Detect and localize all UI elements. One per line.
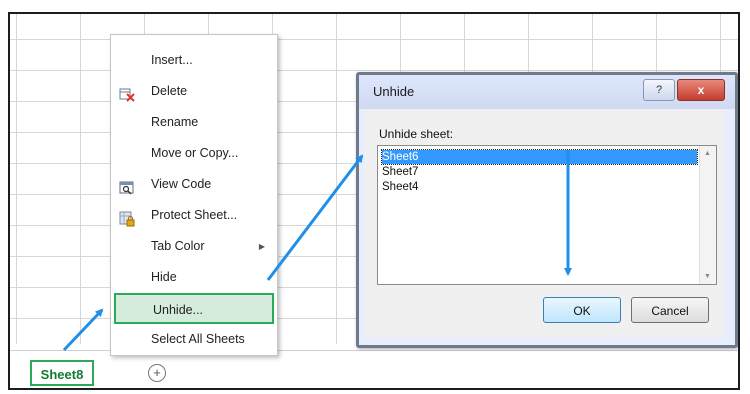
unhide-sheet-label: Unhide sheet: — [379, 127, 454, 141]
menu-item-label: Rename — [151, 115, 199, 129]
list-item[interactable]: Sheet4 — [382, 180, 697, 194]
scroll-up-icon[interactable]: ▲ — [704, 150, 711, 157]
menu-item-label: Insert... — [151, 53, 193, 67]
screenshot-frame: Sheet8 + Insert... Delete Rename Move or… — [8, 12, 740, 390]
menu-item-tab-color[interactable]: Tab Color ▶ — [111, 231, 277, 262]
list-item-selected[interactable]: Sheet6 — [381, 149, 698, 165]
dialog-title: Unhide — [373, 84, 415, 99]
menu-item-label: Move or Copy... — [151, 146, 239, 160]
menu-item-delete[interactable]: Delete — [111, 76, 277, 107]
menu-item-move-or-copy[interactable]: Move or Copy... — [111, 138, 277, 169]
menu-item-label: Unhide... — [153, 303, 204, 317]
menu-item-label: Hide — [151, 270, 177, 284]
listbox-scrollbar[interactable]: ▲ ▼ — [699, 146, 716, 284]
menu-item-label: Delete — [151, 84, 188, 98]
menu-item-view-code[interactable]: View Code — [111, 169, 277, 200]
menu-item-protect-sheet[interactable]: Protect Sheet... — [111, 200, 277, 231]
protect-sheet-icon — [119, 208, 135, 227]
menu-item-label: Protect Sheet... — [151, 208, 238, 222]
menu-item-select-all-sheets[interactable]: Select All Sheets — [111, 324, 277, 355]
view-code-icon — [119, 177, 135, 195]
menu-item-label: Tab Color — [151, 239, 205, 253]
dialog-body: Unhide sheet: Sheet6 Sheet7 Sheet4 ▲ ▼ O… — [365, 109, 723, 337]
sheet-listbox[interactable]: Sheet6 Sheet7 Sheet4 ▲ ▼ — [377, 145, 717, 285]
help-button[interactable]: ? — [643, 79, 675, 101]
list-item[interactable]: Sheet7 — [382, 165, 697, 179]
ok-button[interactable]: OK — [543, 297, 621, 323]
sheet-tab-active[interactable]: Sheet8 — [30, 360, 94, 386]
context-menu: Insert... Delete Rename Move or Copy... — [110, 34, 278, 356]
menu-item-rename[interactable]: Rename — [111, 107, 277, 138]
menu-item-insert[interactable]: Insert... — [111, 45, 277, 76]
menu-item-label: View Code — [151, 177, 212, 191]
delete-sheet-icon — [119, 84, 135, 102]
sheet-tab-bar — [10, 350, 738, 388]
menu-item-hide[interactable]: Hide — [111, 262, 277, 293]
dialog-titlebar[interactable]: Unhide ? x — [359, 75, 735, 109]
close-button[interactable]: x — [677, 79, 725, 101]
menu-item-unhide[interactable]: Unhide... — [114, 293, 274, 324]
add-sheet-button[interactable]: + — [148, 364, 166, 382]
unhide-dialog: Unhide ? x Unhide sheet: Sheet6 Sheet7 S… — [356, 72, 738, 348]
cancel-button[interactable]: Cancel — [631, 297, 709, 323]
menu-item-label: Select All Sheets — [151, 332, 245, 346]
scroll-down-icon[interactable]: ▼ — [704, 273, 711, 280]
chevron-right-icon: ▶ — [258, 242, 265, 251]
